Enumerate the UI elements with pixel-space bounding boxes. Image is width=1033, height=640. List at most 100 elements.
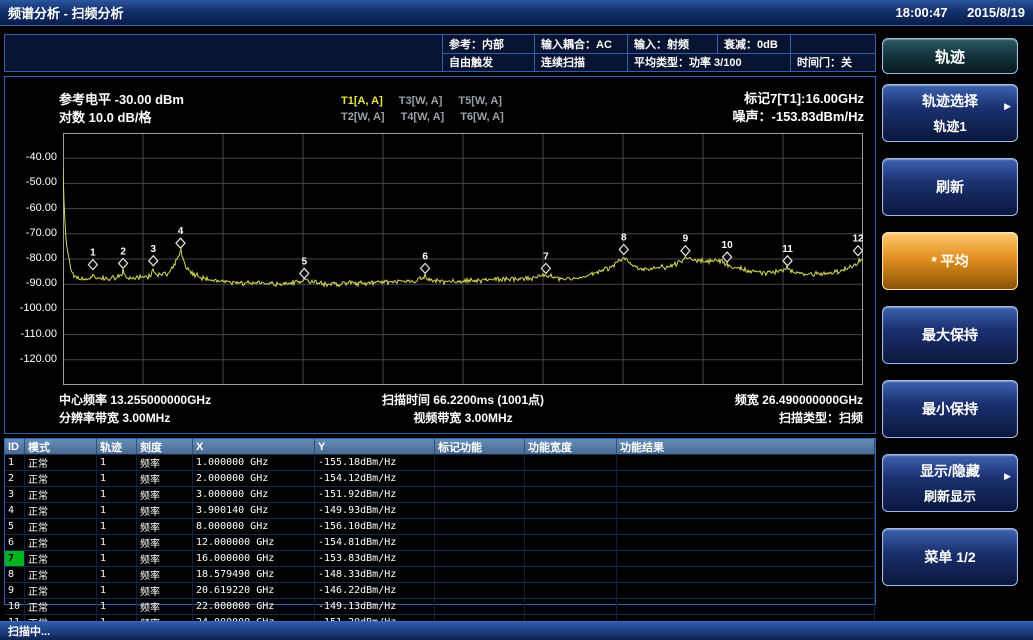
table-cell: 2.000000 GHz: [193, 471, 315, 486]
table-cell: 16.000000 GHz: [193, 551, 315, 566]
table-cell: [525, 455, 617, 470]
marker-row-6[interactable]: 6正常1频率12.000000 GHz-154.81dBm/Hz: [5, 534, 875, 550]
y-axis-label: -70.00: [5, 227, 57, 239]
table-cell: [617, 551, 875, 566]
table-cell: 频率: [137, 503, 193, 518]
table-cell: [435, 583, 525, 598]
trace-status-t6: T6[W, A]: [460, 111, 504, 123]
marker-row-2[interactable]: 2正常1频率2.000000 GHz-154.12dBm/Hz: [5, 470, 875, 486]
table-cell: 2: [5, 471, 25, 486]
softkey-trace-select[interactable]: 轨迹选择轨迹1▶: [882, 84, 1018, 142]
trace-status-line2: T2[W, A]T4[W, A]T6[W, A]: [341, 107, 520, 125]
table-cell: -148.33dBm/Hz: [315, 567, 435, 582]
spectrum-plot[interactable]: 123456789101112: [63, 133, 863, 385]
table-cell: [525, 503, 617, 518]
table-cell: 1: [97, 519, 137, 534]
table-cell: 5: [5, 519, 25, 534]
trace-status-t3: T3[W, A]: [399, 95, 443, 107]
marker-row-8[interactable]: 8正常1频率18.579490 GHz-148.33dBm/Hz: [5, 566, 875, 582]
marker-row-10[interactable]: 10正常1频率22.000000 GHz-149.13dBm/Hz: [5, 598, 875, 614]
setting-value: 输入：射频: [628, 35, 718, 53]
marker-diamond-6: [421, 263, 430, 273]
table-cell: 18.579490 GHz: [193, 567, 315, 582]
settings-row-1: 参考：内部输入耦合：AC输入：射频衰减：0dB: [443, 35, 875, 53]
span-label: 频宽 26.490000000GHz: [735, 391, 863, 408]
table-cell: [617, 471, 875, 486]
table-cell: 频率: [137, 567, 193, 582]
table-cell: 6: [5, 535, 25, 550]
softkey-menu-1-2[interactable]: 菜单 1/2: [882, 528, 1018, 586]
setting-value: 自由触发: [443, 54, 535, 72]
table-cell: [617, 535, 875, 550]
setting-value: 平均类型：功率 3/100: [628, 54, 791, 72]
table-cell: 频率: [137, 471, 193, 486]
softkey-sublabel: 轨迹1: [933, 116, 966, 135]
marker-diamond-12: [854, 246, 863, 256]
table-cell: [617, 455, 875, 470]
marker-row-1[interactable]: 1正常1频率1.000000 GHz-155.18dBm/Hz: [5, 454, 875, 470]
table-cell: 10: [5, 599, 25, 614]
softkey-average[interactable]: * 平均: [882, 232, 1018, 290]
vbw-label: 视频带宽 3.00MHz: [63, 409, 863, 426]
table-cell: 频率: [137, 535, 193, 550]
table-cell: [617, 599, 875, 614]
table-cell: [435, 471, 525, 486]
column-header: ID: [5, 439, 25, 454]
marker-diamond-8: [619, 244, 628, 254]
table-cell: [435, 455, 525, 470]
table-cell: 正常: [25, 487, 97, 502]
marker-row-5[interactable]: 5正常1频率8.000000 GHz-156.10dBm/Hz: [5, 518, 875, 534]
table-cell: [617, 583, 875, 598]
table-cell: 1: [97, 455, 137, 470]
table-cell: [525, 551, 617, 566]
marker-table: ID模式轨迹刻度XY标记功能功能宽度功能结果 1正常1频率1.000000 GH…: [4, 438, 876, 605]
settings-bar: 参考：内部输入耦合：AC输入：射频衰减：0dB 自由触发连续扫描平均类型：功率 …: [4, 34, 876, 72]
table-cell: -153.83dBm/Hz: [315, 551, 435, 566]
softkey-sublabel: 刷新显示: [924, 486, 976, 505]
marker-diamond-11: [783, 256, 792, 266]
table-cell: 8.000000 GHz: [193, 519, 315, 534]
table-cell: 3: [5, 487, 25, 502]
trace-status-t4: T4[W, A]: [401, 111, 445, 123]
table-cell: 7: [5, 551, 25, 566]
spectrum-trace-svg: 123456789101112: [63, 133, 863, 385]
marker-row-4[interactable]: 4正常1频率3.900140 GHz-149.93dBm/Hz: [5, 502, 875, 518]
setting-value: 参考：内部: [443, 35, 535, 53]
table-cell: -154.12dBm/Hz: [315, 471, 435, 486]
table-cell: [435, 535, 525, 550]
table-cell: 22.000000 GHz: [193, 599, 315, 614]
marker-diamond-10: [723, 252, 732, 262]
softkey-max-hold[interactable]: 最大保持: [882, 306, 1018, 364]
column-header: 功能宽度: [525, 439, 617, 454]
setting-value: 输入耦合：AC: [535, 35, 628, 53]
table-cell: 20.619220 GHz: [193, 583, 315, 598]
svg-text:1: 1: [90, 248, 96, 259]
table-cell: 1: [97, 567, 137, 582]
table-cell: [617, 503, 875, 518]
softkey-label: 轨迹选择: [922, 91, 978, 111]
table-cell: -151.92dBm/Hz: [315, 487, 435, 502]
marker-row-3[interactable]: 3正常1频率3.000000 GHz-151.92dBm/Hz: [5, 486, 875, 502]
table-cell: 正常: [25, 503, 97, 518]
table-cell: [435, 487, 525, 502]
svg-text:5: 5: [302, 256, 308, 267]
svg-text:7: 7: [543, 251, 549, 262]
trace-status-t5: T5[W, A]: [458, 95, 502, 107]
table-cell: -154.81dBm/Hz: [315, 535, 435, 550]
softkey-clear-write[interactable]: 刷新: [882, 158, 1018, 216]
softkey-min-hold[interactable]: 最小保持: [882, 380, 1018, 438]
y-axis-label: -100.00: [5, 302, 57, 314]
sweep-type-label: 扫描类型：扫频: [779, 409, 863, 426]
softkey-display-hide[interactable]: 显示/隐藏刷新显示▶: [882, 454, 1018, 512]
table-cell: 1: [5, 455, 25, 470]
marker-row-7[interactable]: 7正常1频率16.000000 GHz-153.83dBm/Hz: [5, 550, 875, 566]
y-axis-label: -40.00: [5, 151, 57, 163]
column-header: 标记功能: [435, 439, 525, 454]
svg-text:2: 2: [120, 246, 126, 257]
softkey-trace[interactable]: 轨迹: [882, 38, 1018, 74]
marker-row-9[interactable]: 9正常1频率20.619220 GHz-146.22dBm/Hz: [5, 582, 875, 598]
softkey-label: 菜单 1/2: [924, 547, 975, 567]
softkey-label: * 平均: [931, 251, 968, 271]
table-cell: [525, 519, 617, 534]
table-cell: 9: [5, 583, 25, 598]
